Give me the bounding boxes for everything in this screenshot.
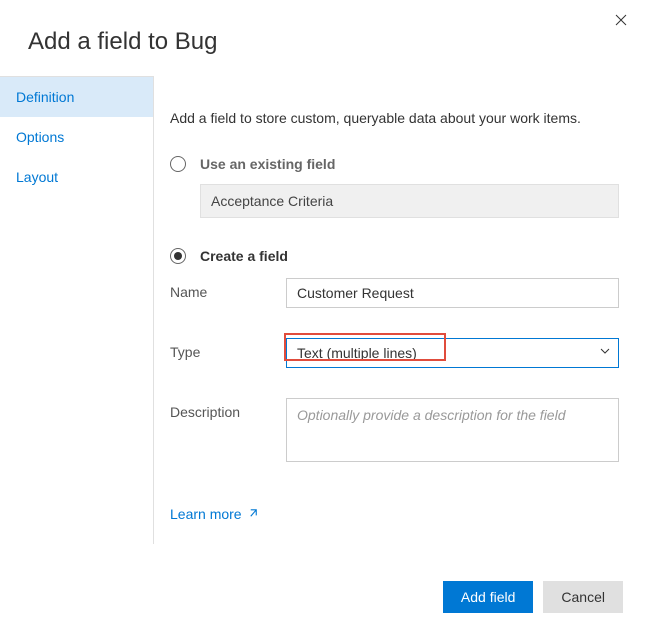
sidebar: Definition Options Layout	[0, 76, 154, 544]
sidebar-item-label: Options	[16, 129, 64, 145]
dialog-header: Add a field to Bug	[0, 0, 645, 76]
sidebar-item-label: Layout	[16, 169, 58, 185]
content-description: Add a field to store custom, queryable d…	[170, 110, 619, 126]
create-field-option[interactable]: Create a field	[170, 248, 619, 264]
sidebar-item-label: Definition	[16, 89, 74, 105]
existing-field-container: Acceptance Criteria	[200, 184, 619, 218]
content-panel: Add a field to store custom, queryable d…	[154, 76, 645, 544]
radio-checked-icon[interactable]	[170, 248, 186, 264]
external-link-icon	[242, 506, 259, 522]
type-select[interactable]: Text (multiple lines)	[286, 338, 619, 368]
sidebar-item-definition[interactable]: Definition	[0, 77, 153, 117]
dialog-body: Definition Options Layout Add a field to…	[0, 76, 645, 544]
type-select-value: Text (multiple lines)	[286, 338, 619, 368]
use-existing-label: Use an existing field	[200, 156, 335, 172]
create-field-label: Create a field	[200, 248, 288, 264]
description-label: Description	[170, 398, 286, 420]
name-label: Name	[170, 278, 286, 300]
existing-field-input: Acceptance Criteria	[200, 184, 619, 218]
radio-unchecked-icon[interactable]	[170, 156, 186, 172]
close-icon	[615, 14, 627, 29]
close-button[interactable]	[611, 10, 631, 33]
dialog-title: Add a field to Bug	[28, 28, 217, 56]
add-field-dialog: Add a field to Bug Definition Options La…	[0, 0, 645, 631]
name-input[interactable]	[286, 278, 619, 308]
add-field-button[interactable]: Add field	[443, 581, 533, 613]
type-row: Type Text (multiple lines)	[170, 338, 619, 368]
sidebar-item-options[interactable]: Options	[0, 117, 153, 157]
name-row: Name	[170, 278, 619, 308]
use-existing-option[interactable]: Use an existing field	[170, 156, 619, 172]
type-label: Type	[170, 338, 286, 360]
cancel-button[interactable]: Cancel	[543, 581, 623, 613]
description-row: Description	[170, 398, 619, 462]
sidebar-item-layout[interactable]: Layout	[0, 157, 153, 197]
description-textarea[interactable]	[286, 398, 619, 462]
learn-more-link[interactable]: Learn more	[170, 506, 259, 522]
dialog-footer: Add field Cancel	[443, 581, 623, 613]
learn-more-label: Learn more	[170, 506, 242, 522]
